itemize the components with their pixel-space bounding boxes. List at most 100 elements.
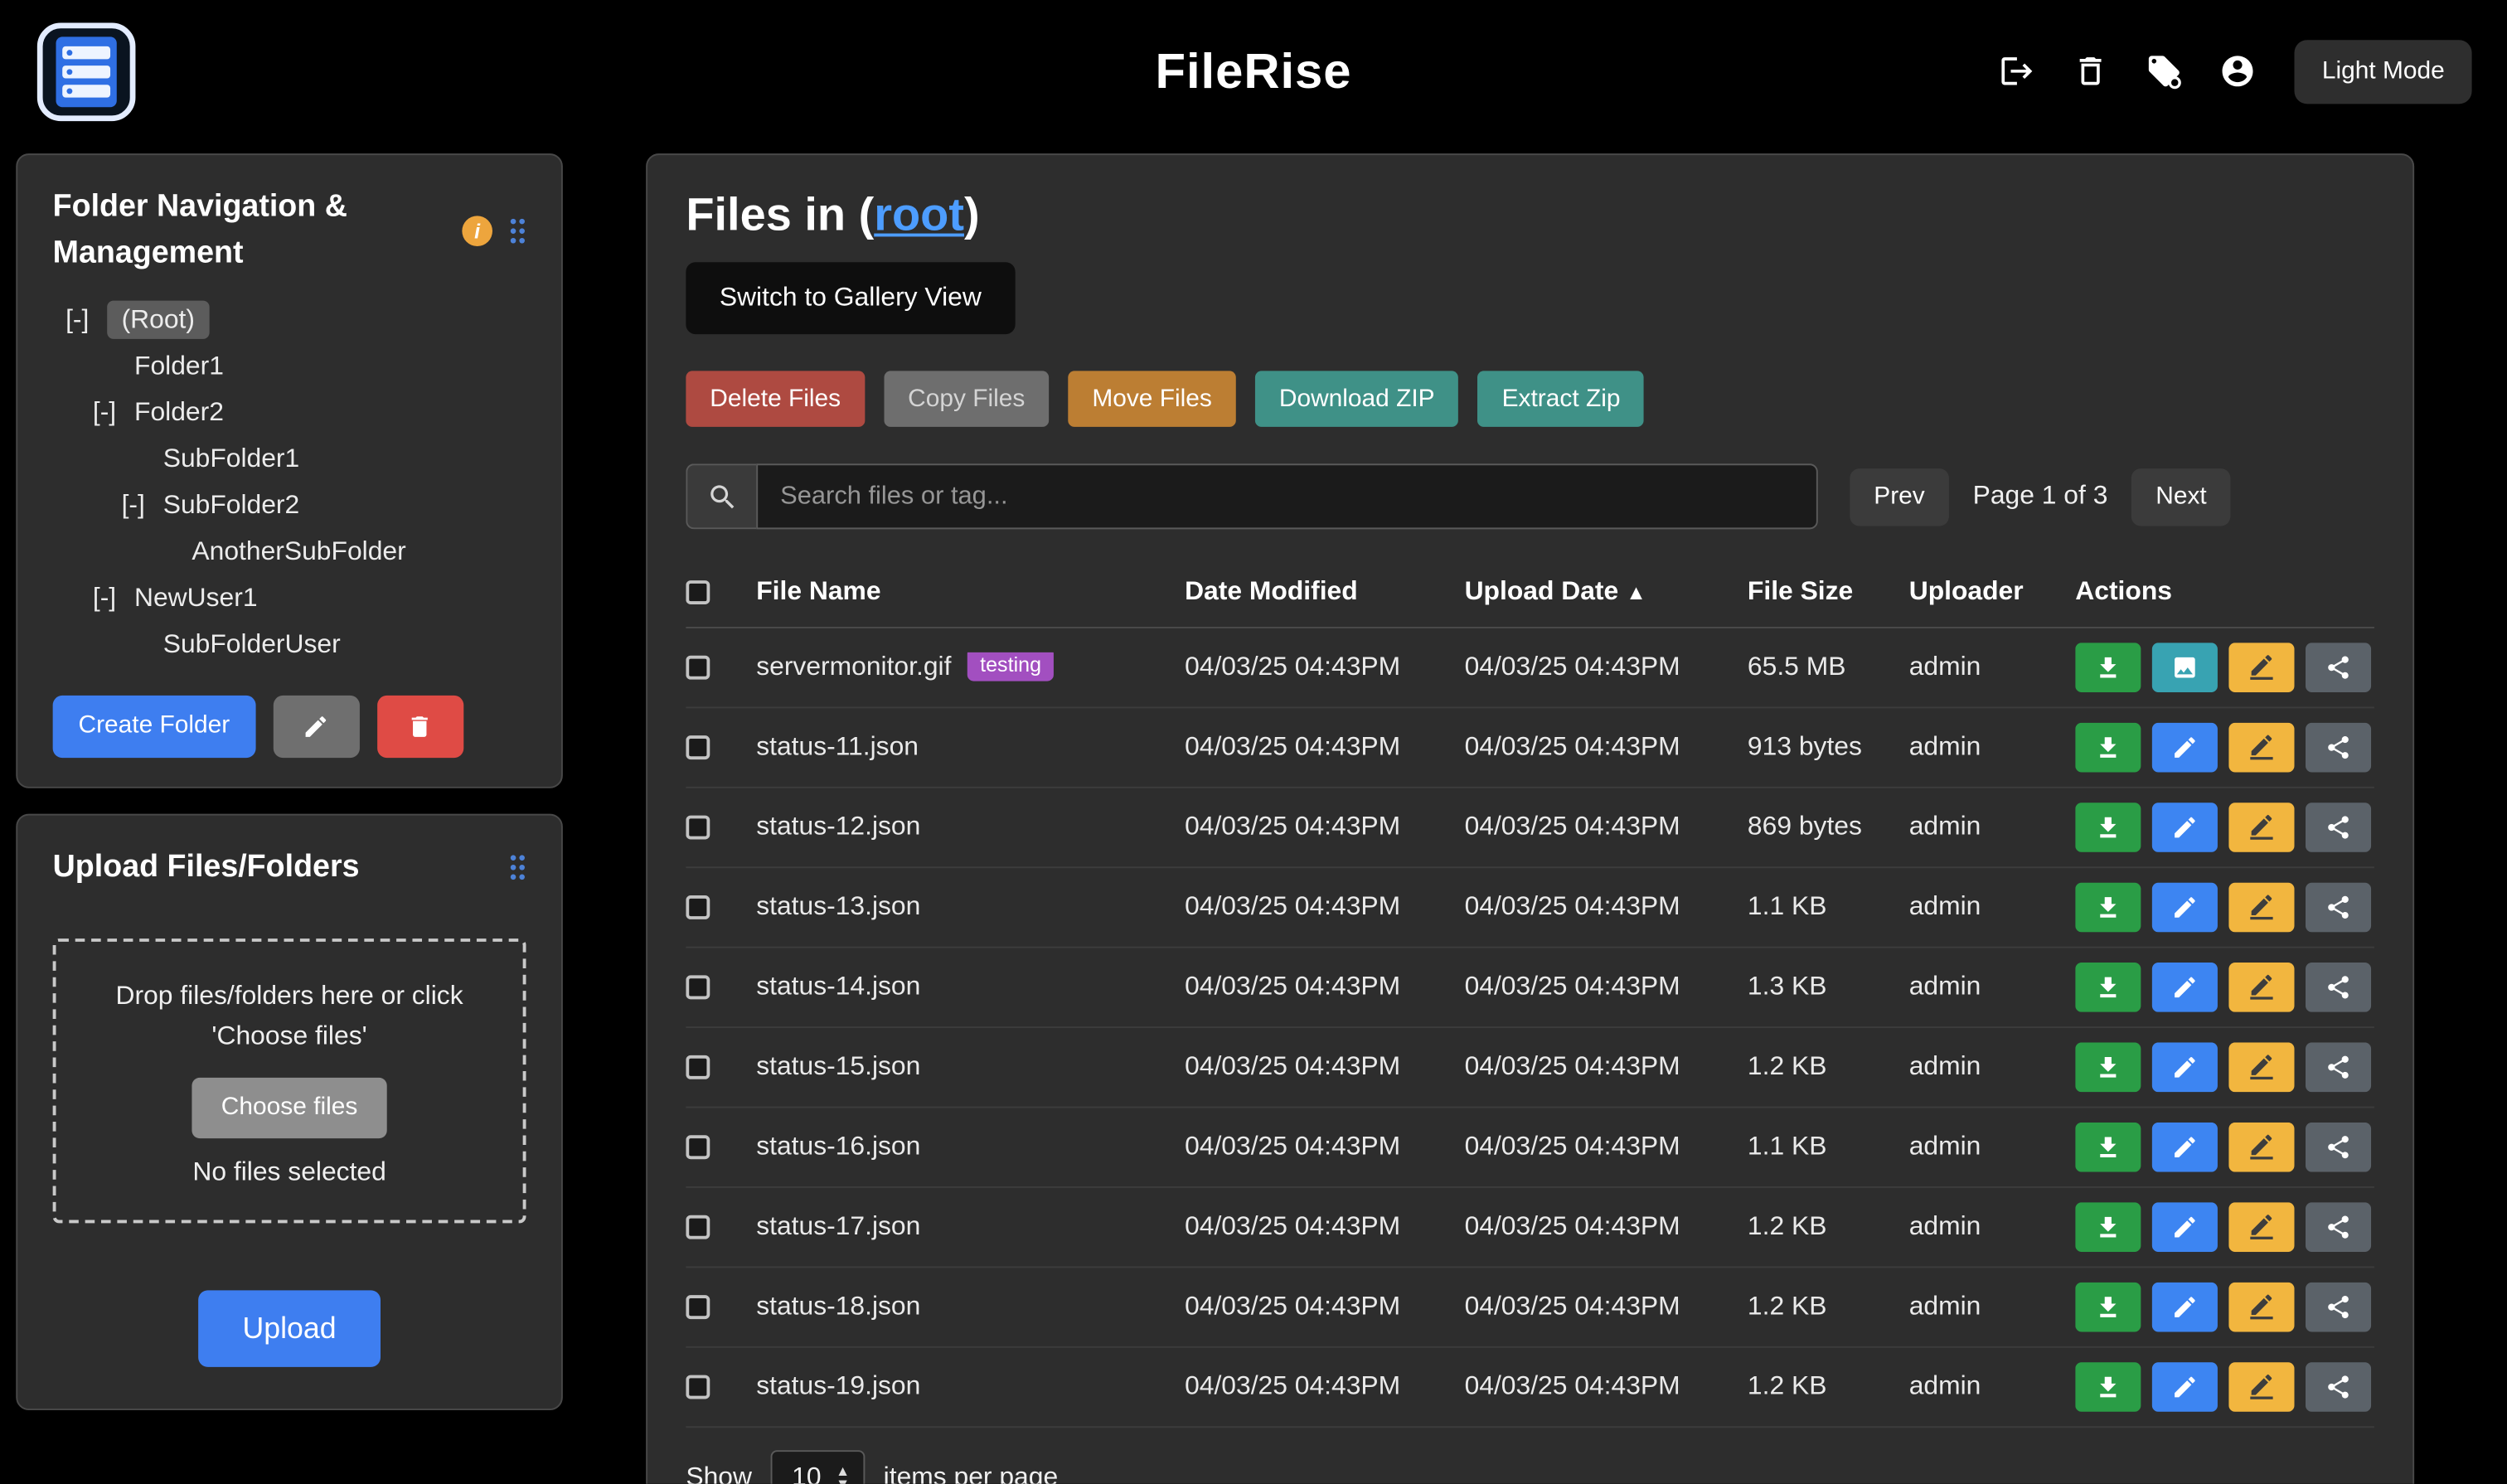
share-button[interactable]	[2306, 1042, 2371, 1092]
rename-button[interactable]	[2228, 1042, 2294, 1092]
column-header-uploader[interactable]: Uploader	[1909, 577, 2076, 608]
switch-gallery-view-button[interactable]: Switch to Gallery View	[686, 262, 1015, 334]
rename-button[interactable]	[2228, 963, 2294, 1012]
share-button[interactable]	[2306, 883, 2371, 933]
edit-button[interactable]	[2152, 803, 2218, 852]
drag-handle-icon[interactable]	[508, 853, 526, 880]
tree-toggle[interactable]: [-]	[93, 575, 134, 621]
tree-item-subfolder1[interactable]: SubFolder1	[53, 436, 526, 483]
tree-toggle[interactable]: [-]	[122, 482, 163, 528]
create-folder-button[interactable]: Create Folder	[53, 695, 255, 757]
search-input[interactable]	[756, 463, 1818, 529]
row-checkbox[interactable]	[686, 656, 710, 680]
tree-item-anothersubfolder[interactable]: AnotherSubFolder	[53, 528, 526, 575]
tree-label[interactable]: (Root)	[107, 300, 209, 338]
tree-toggle[interactable]: [-]	[93, 390, 134, 436]
download-button[interactable]	[2075, 1362, 2141, 1412]
file-dropzone[interactable]: Drop files/folders here or click 'Choose…	[53, 938, 526, 1224]
column-header-file-size[interactable]: File Size	[1748, 577, 1909, 608]
download-button[interactable]	[2075, 883, 2141, 933]
next-page-button[interactable]: Next	[2131, 468, 2230, 525]
edit-button[interactable]	[2152, 883, 2218, 933]
edit-button[interactable]	[2152, 1362, 2218, 1412]
tree-item-folder1[interactable]: Folder1	[53, 343, 526, 390]
tree-label[interactable]: SubFolder1	[163, 444, 300, 473]
trash-button[interactable]	[2058, 39, 2122, 103]
file-name[interactable]: status-16.json	[756, 1132, 920, 1161]
file-name[interactable]: status-13.json	[756, 892, 920, 921]
move-files-button[interactable]: Move Files	[1068, 371, 1235, 426]
file-name[interactable]: status-14.json	[756, 972, 920, 1001]
file-name[interactable]: servermonitor.gif	[756, 652, 951, 681]
upload-button[interactable]: Upload	[198, 1291, 381, 1368]
edit-button[interactable]	[2152, 1042, 2218, 1092]
light-mode-button[interactable]: Light Mode	[2295, 39, 2471, 103]
rename-button[interactable]	[2228, 643, 2294, 692]
rename-folder-button[interactable]	[273, 695, 359, 757]
row-checkbox[interactable]	[686, 976, 710, 1000]
share-button[interactable]	[2306, 1283, 2371, 1332]
download-zip-button[interactable]: Download ZIP	[1255, 371, 1459, 426]
download-button[interactable]	[2075, 1283, 2141, 1332]
download-button[interactable]	[2075, 643, 2141, 692]
share-button[interactable]	[2306, 1123, 2371, 1172]
select-all-checkbox[interactable]	[686, 580, 710, 604]
items-per-page-select[interactable]: 10 ▲▼	[771, 1450, 864, 1484]
row-checkbox[interactable]	[686, 1375, 710, 1399]
account-button[interactable]	[2205, 39, 2269, 103]
preview-button[interactable]	[2152, 643, 2218, 692]
tree-item-root[interactable]: [-](Root)	[53, 297, 526, 343]
row-checkbox[interactable]	[686, 1215, 710, 1239]
tree-label[interactable]: SubFolderUser	[163, 629, 341, 658]
edit-button[interactable]	[2152, 1123, 2218, 1172]
tree-toggle[interactable]: [-]	[65, 297, 107, 343]
rename-button[interactable]	[2228, 1123, 2294, 1172]
file-name[interactable]: status-19.json	[756, 1372, 920, 1401]
root-folder-link[interactable]: root	[874, 190, 964, 241]
share-button[interactable]	[2306, 643, 2371, 692]
drag-handle-icon[interactable]	[508, 217, 526, 245]
file-name[interactable]: status-15.json	[756, 1052, 920, 1081]
rename-button[interactable]	[2228, 1202, 2294, 1252]
tree-item-newuser1[interactable]: [-]NewUser1	[53, 575, 526, 621]
edit-button[interactable]	[2152, 723, 2218, 773]
tree-item-subfolder2[interactable]: [-]SubFolder2	[53, 482, 526, 528]
rename-button[interactable]	[2228, 723, 2294, 773]
file-name[interactable]: status-12.json	[756, 812, 920, 841]
download-button[interactable]	[2075, 803, 2141, 852]
delete-files-button[interactable]: Delete Files	[686, 371, 865, 426]
row-checkbox[interactable]	[686, 1055, 710, 1079]
share-button[interactable]	[2306, 803, 2371, 852]
tree-label[interactable]: NewUser1	[134, 583, 258, 612]
rename-button[interactable]	[2228, 883, 2294, 933]
download-button[interactable]	[2075, 1042, 2141, 1092]
edit-button[interactable]	[2152, 1283, 2218, 1332]
copy-files-button[interactable]: Copy Files	[884, 371, 1049, 426]
rename-button[interactable]	[2228, 803, 2294, 852]
tags-button[interactable]	[2131, 39, 2195, 103]
edit-button[interactable]	[2152, 963, 2218, 1012]
edit-button[interactable]	[2152, 1202, 2218, 1252]
row-checkbox[interactable]	[686, 1295, 710, 1319]
row-checkbox[interactable]	[686, 1136, 710, 1160]
file-name[interactable]: status-17.json	[756, 1212, 920, 1241]
row-checkbox[interactable]	[686, 816, 710, 840]
share-button[interactable]	[2306, 1202, 2371, 1252]
delete-folder-button[interactable]	[377, 695, 463, 757]
download-button[interactable]	[2075, 963, 2141, 1012]
tree-label[interactable]: AnotherSubFolder	[192, 536, 405, 565]
row-checkbox[interactable]	[686, 735, 710, 759]
extract-zip-button[interactable]: Extract Zip	[1478, 371, 1645, 426]
column-header-date-modified[interactable]: Date Modified	[1185, 577, 1464, 608]
column-header-upload-date[interactable]: Upload Date ▲	[1465, 577, 1748, 608]
tree-item-subfolderuser[interactable]: SubFolderUser	[53, 621, 526, 667]
download-button[interactable]	[2075, 1123, 2141, 1172]
rename-button[interactable]	[2228, 1362, 2294, 1412]
share-button[interactable]	[2306, 1362, 2371, 1412]
filerise-logo-icon[interactable]	[35, 20, 137, 122]
tree-label[interactable]: Folder2	[134, 397, 224, 426]
prev-page-button[interactable]: Prev	[1850, 468, 1948, 525]
choose-files-button[interactable]: Choose files	[192, 1078, 386, 1138]
column-header-file-name[interactable]: File Name	[756, 577, 1185, 608]
row-checkbox[interactable]	[686, 895, 710, 919]
